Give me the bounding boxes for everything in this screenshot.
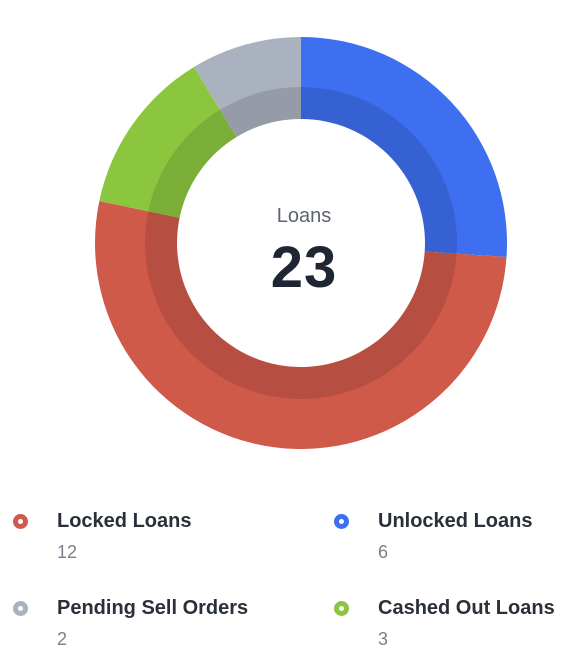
legend-count: 2 xyxy=(57,629,68,649)
center-label: Loans xyxy=(276,205,332,227)
legend-label: Cashed Out Loans xyxy=(378,597,555,619)
legend-label: Pending Sell Orders xyxy=(57,597,249,619)
legend-marker-icon xyxy=(334,601,349,616)
donut-chart xyxy=(94,37,508,449)
legend-count: 3 xyxy=(378,629,389,649)
legend-count: 6 xyxy=(378,542,389,562)
center-total: 23 xyxy=(270,235,338,300)
legend-label: Locked Loans xyxy=(57,510,192,532)
legend-marker-icon xyxy=(13,601,28,616)
legend-count: 12 xyxy=(57,542,78,562)
legend-marker-icon xyxy=(334,514,349,529)
legend-marker-icon xyxy=(13,514,28,529)
legend-label: Unlocked Loans xyxy=(378,510,533,532)
